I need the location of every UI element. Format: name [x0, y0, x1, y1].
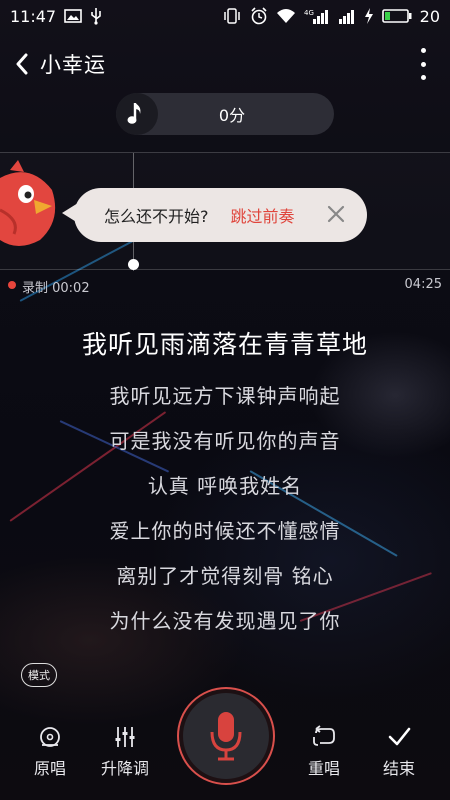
lyric-line: 我听见远方下课钟声响起	[109, 384, 341, 408]
lyric-line: 为什么没有发现遇见了你	[109, 609, 341, 633]
status-bar: 11:47 4G 20	[0, 0, 450, 32]
mode-button[interactable]: 模式	[21, 663, 57, 687]
signal-icon	[338, 8, 356, 24]
microphone-button[interactable]	[177, 687, 275, 785]
score-value: 0分	[218, 106, 246, 125]
vibrate-icon	[222, 8, 242, 24]
pitch-cursor-dot	[128, 259, 139, 270]
pitch-adjust-label: 升降调	[100, 759, 149, 778]
pitch-adjust-button[interactable]: 升降调	[90, 725, 160, 779]
charging-icon	[364, 8, 374, 24]
original-vocal-icon	[40, 727, 60, 747]
checkmark-icon	[388, 727, 411, 746]
finish-button[interactable]: 结束	[364, 725, 434, 779]
alarm-icon	[250, 7, 268, 25]
image-icon	[64, 9, 82, 23]
song-duration: 04:25	[404, 277, 442, 292]
prompt-bubble: 怎么还不开始? 跳过前奏	[74, 188, 367, 242]
header: 小幸运	[0, 42, 450, 86]
repeat-icon	[313, 725, 335, 746]
back-arrow-icon	[16, 53, 28, 75]
microphone-inner	[183, 693, 269, 779]
lyric-line: 爱上你的时候还不懂感情	[109, 519, 341, 543]
recording-status: 录制 00:02 04:25	[0, 276, 450, 296]
wifi-icon	[276, 8, 296, 24]
battery-level: 20	[419, 6, 440, 26]
lyric-line: 可是我没有听见你的声音	[109, 429, 341, 453]
restart-label: 重唱	[307, 759, 340, 778]
record-dot	[8, 281, 16, 289]
status-time: 11:47	[10, 6, 57, 26]
skip-intro-button[interactable]: 跳过前奏	[231, 203, 295, 227]
music-note-icon	[127, 103, 141, 124]
score-pill: 0分	[116, 93, 334, 135]
more-icon	[420, 48, 426, 53]
original-vocal-button[interactable]: 原唱	[15, 725, 85, 779]
svg-text:4G: 4G	[304, 9, 314, 17]
recording-label: 录制 00:02	[22, 281, 90, 296]
battery-icon	[381, 8, 412, 24]
back-button[interactable]	[4, 42, 40, 86]
bird-mascot-icon	[0, 160, 56, 246]
music-note-button[interactable]	[116, 93, 158, 135]
page-title: 小幸运	[40, 53, 106, 77]
close-icon[interactable]	[325, 203, 347, 225]
usb-icon	[90, 7, 102, 25]
lyric-line: 认真 呼唤我姓名	[147, 474, 303, 498]
finish-label: 结束	[382, 759, 415, 778]
signal-4g-icon: 4G	[304, 8, 330, 24]
more-button[interactable]	[418, 48, 428, 80]
prompt-question: 怎么还不开始?	[104, 207, 209, 226]
lyric-line: 离别了才觉得刻骨 铭心	[116, 564, 334, 588]
original-vocal-label: 原唱	[33, 759, 66, 778]
pitch-sliders-icon	[115, 727, 135, 747]
lyric-current: 我听见雨滴落在青青草地	[81, 330, 368, 359]
microphone-icon	[210, 712, 242, 761]
restart-button[interactable]: 重唱	[289, 725, 359, 779]
